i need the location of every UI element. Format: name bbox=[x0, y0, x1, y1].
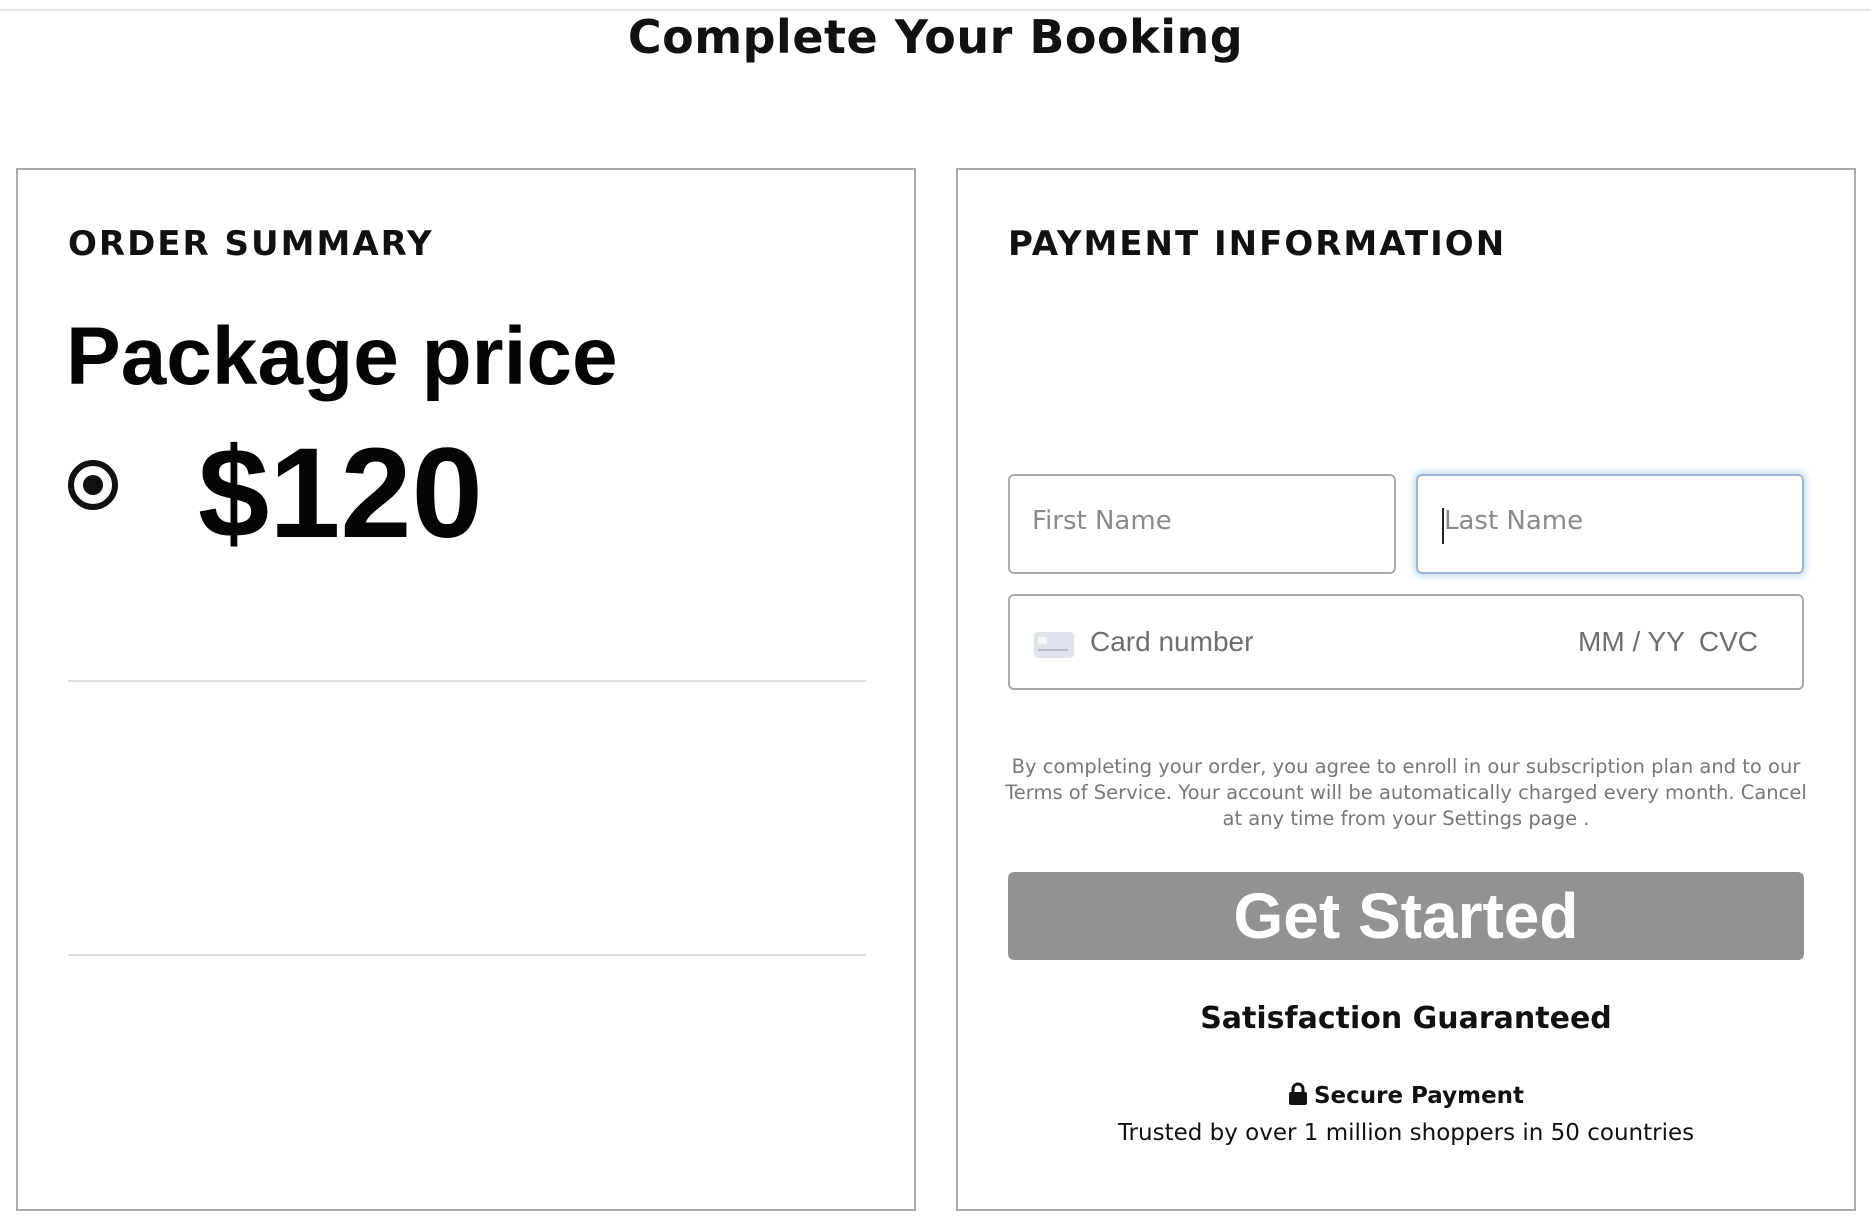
card-expiry-placeholder: MM / YY bbox=[1578, 626, 1685, 657]
last-name-field[interactable]: Last Name bbox=[1416, 474, 1804, 574]
terms-text: By completing your order, you agree to e… bbox=[1005, 755, 1807, 830]
trust-statement: Trusted by over 1 million shoppers in 50… bbox=[1117, 1120, 1695, 1146]
package-price-value: $120 bbox=[198, 422, 483, 565]
card-details-field[interactable]: Card number MM / YY CVC bbox=[1008, 594, 1804, 690]
package-radio-button[interactable] bbox=[68, 460, 118, 510]
secure-payment-label: Secure Payment bbox=[1313, 1083, 1525, 1109]
last-name-placeholder: Last Name bbox=[1444, 506, 1584, 536]
card-expiry-cvc: MM / YY CVC bbox=[1578, 626, 1758, 658]
summary-divider bbox=[68, 954, 866, 956]
credit-card-icon bbox=[1034, 632, 1074, 658]
payment-information-panel: PAYMENT INFORMATION First Name Last Name… bbox=[956, 168, 1856, 1211]
first-name-placeholder: First Name bbox=[1032, 506, 1172, 536]
radio-selected-indicator bbox=[83, 475, 103, 495]
card-number-placeholder: Card number bbox=[1090, 626, 1254, 657]
page-title: Complete Your Booking bbox=[627, 10, 1244, 64]
lock-icon bbox=[1288, 1082, 1308, 1112]
secure-payment: Secure Payment bbox=[958, 1082, 1854, 1112]
card-cvc-placeholder: CVC bbox=[1698, 626, 1758, 657]
payment-information-title: PAYMENT INFORMATION bbox=[1008, 224, 1507, 264]
satisfaction-guarantee: Satisfaction Guaranteed bbox=[1200, 1001, 1612, 1036]
get-started-button[interactable]: Get Started bbox=[1008, 872, 1804, 960]
first-name-field[interactable]: First Name bbox=[1008, 474, 1396, 574]
summary-divider bbox=[68, 680, 866, 682]
package-price-label: Package price bbox=[66, 311, 618, 402]
order-summary-title: ORDER SUMMARY bbox=[68, 224, 434, 264]
order-summary-panel: ORDER SUMMARY Package price $120 bbox=[16, 168, 916, 1211]
